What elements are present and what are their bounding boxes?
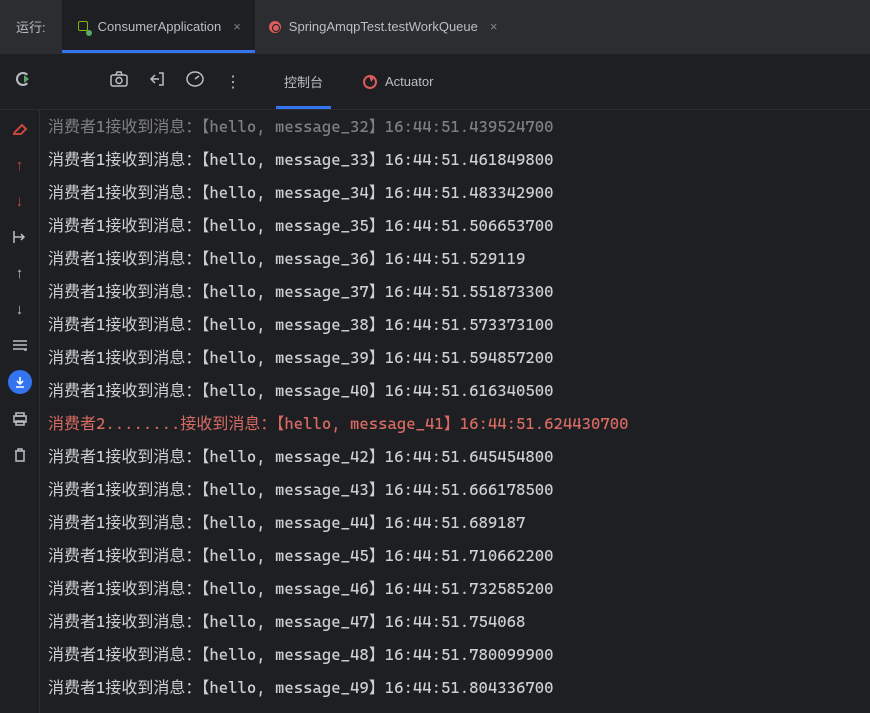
tab-label: ConsumerApplication (98, 19, 222, 34)
console-line: 消费者1接收到消息：【hello, message_44】16:44:51.68… (48, 506, 870, 539)
tab-spring-amqp-test[interactable]: SpringAmqpTest.testWorkQueue × (255, 0, 512, 53)
console-line: 消费者2........接收到消息：【hello, message_41】16:… (48, 407, 870, 440)
delete-button[interactable] (8, 444, 32, 466)
scroll-up-button[interactable]: ↑ (8, 262, 32, 284)
rerun-icon (15, 71, 31, 87)
actuator-icon (363, 75, 377, 89)
toolstrip: 控制台 Actuator (0, 54, 870, 110)
console-line: 消费者1接收到消息：【hello, message_36】16:44:51.52… (48, 242, 870, 275)
console-line: 消费者1接收到消息：【hello, message_38】16:44:51.57… (48, 308, 870, 341)
camera-icon (110, 71, 128, 87)
tab-label: SpringAmqpTest.testWorkQueue (289, 19, 478, 34)
close-icon[interactable]: × (490, 19, 498, 34)
down-stack-button[interactable]: ↓ (8, 190, 32, 212)
sub-tabs: 控制台 Actuator (264, 54, 453, 109)
camera-button[interactable] (108, 71, 130, 92)
rerun-button[interactable] (12, 71, 34, 92)
console-line: 消费者1接收到消息：【hello, message_33】16:44:51.46… (48, 143, 870, 176)
console-output[interactable]: 消费者1接收到消息：【hello, message_32】16:44:51.43… (40, 110, 870, 713)
console-line: 消费者1接收到消息：【hello, message_47】16:44:51.75… (48, 605, 870, 638)
console-line: 消费者1接收到消息：【hello, message_48】16:44:51.78… (48, 638, 870, 671)
clear-all-button[interactable] (8, 118, 32, 140)
sub-tab-actuator[interactable]: Actuator (343, 54, 453, 109)
console-line: 消费者1接收到消息：【hello, message_42】16:44:51.64… (48, 440, 870, 473)
console-line: 消费者1接收到消息：【hello, message_40】16:44:51.61… (48, 374, 870, 407)
scroll-down-button[interactable]: ↓ (8, 298, 32, 320)
console-line: 消费者1接收到消息：【hello, message_34】16:44:51.48… (48, 176, 870, 209)
toolstrip-left (0, 54, 256, 109)
console-line: 消费者1接收到消息：【hello, message_37】16:44:51.55… (48, 275, 870, 308)
sub-tab-label: Actuator (385, 74, 433, 89)
dashboard-icon (186, 71, 204, 87)
body-area: ↑ ↓ ↑ ↓ 消费者1接收到消息：【hello, message_32】16:… (0, 110, 870, 713)
console-line: 消费者1接收到消息：【hello, message_45】16:44:51.71… (48, 539, 870, 572)
print-icon (12, 412, 28, 426)
spring-boot-icon (76, 20, 90, 34)
scroll-to-end-button[interactable] (8, 370, 32, 394)
sub-tab-console[interactable]: 控制台 (264, 54, 343, 109)
test-icon (269, 21, 281, 33)
up-stack-button[interactable]: ↑ (8, 154, 32, 176)
eraser-icon (12, 123, 28, 135)
tab-consumer-application[interactable]: ConsumerApplication × (62, 0, 255, 53)
top-tab-bar: 运行: ConsumerApplication × SpringAmqpTest… (0, 0, 870, 54)
console-line: 消费者1接收到消息：【hello, message_49】16:44:51.80… (48, 671, 870, 704)
left-gutter: ↑ ↓ ↑ ↓ (0, 110, 40, 713)
trash-icon (13, 447, 27, 463)
print-button[interactable] (8, 408, 32, 430)
soft-wrap-icon (12, 230, 28, 244)
console-line: 消费者1接收到消息：【hello, message_32】16:44:51.43… (48, 110, 870, 143)
dashboard-button[interactable] (184, 71, 206, 92)
running-label: 运行: (0, 0, 62, 53)
toggle-tree-button[interactable] (8, 334, 32, 356)
soft-wrap-button[interactable] (8, 226, 32, 248)
sub-tab-label: 控制台 (284, 72, 323, 91)
tree-icon (12, 339, 28, 351)
close-icon[interactable]: × (233, 19, 241, 34)
console-line: 消费者1接收到消息：【hello, message_46】16:44:51.73… (48, 572, 870, 605)
console-line: 消费者1接收到消息：【hello, message_39】16:44:51.59… (48, 341, 870, 374)
scroll-end-icon (13, 375, 27, 389)
console-line: 消费者1接收到消息：【hello, message_35】16:44:51.50… (48, 209, 870, 242)
exit-icon (149, 71, 165, 87)
exit-button[interactable] (146, 71, 168, 92)
more-actions-button[interactable] (222, 72, 244, 92)
console-line: 消费者1接收到消息：【hello, message_43】16:44:51.66… (48, 473, 870, 506)
